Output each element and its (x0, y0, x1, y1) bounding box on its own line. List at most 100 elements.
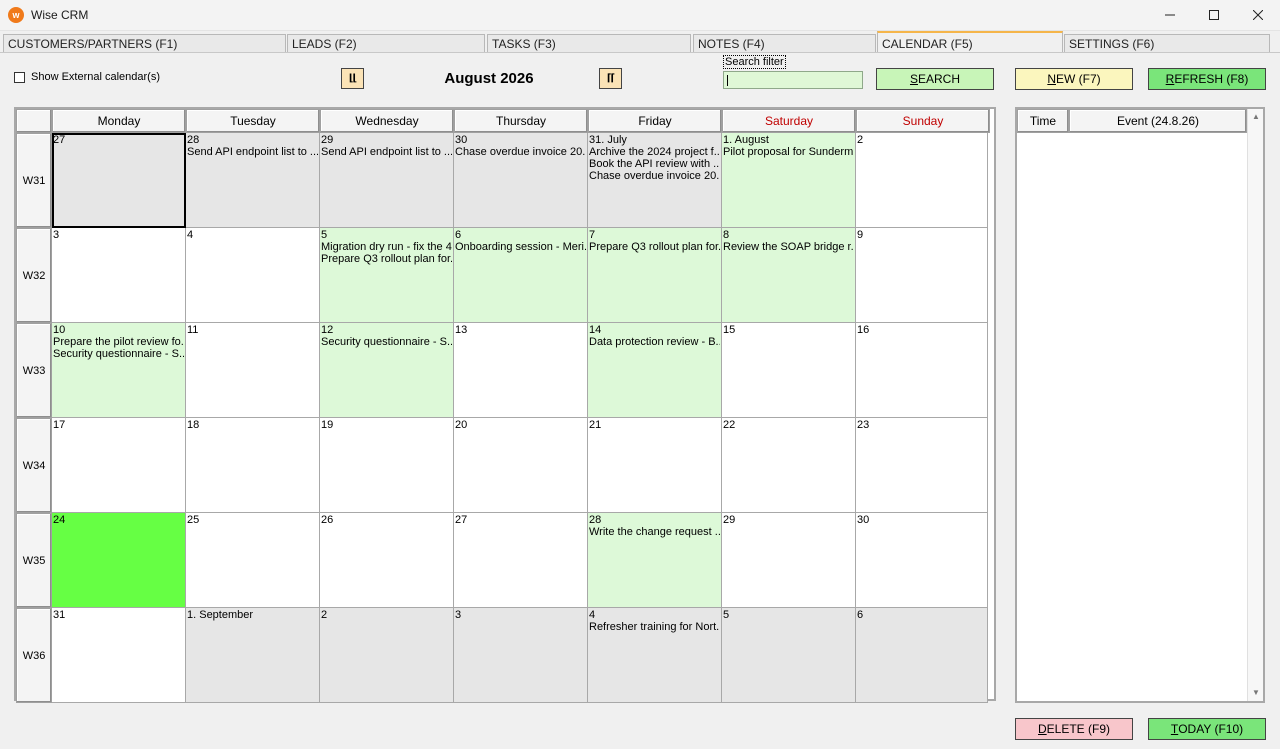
calendar-event[interactable]: Send API endpoint list to ... (321, 146, 452, 158)
minimize-button[interactable] (1148, 0, 1192, 30)
calendar-event[interactable]: Write the change request ... (589, 526, 720, 538)
calendar-day-cell[interactable]: 15 (722, 323, 856, 418)
calendar-day-cell[interactable]: 6 Onboarding session - Meri... (454, 228, 588, 323)
calendar-day-cell[interactable]: 9 (856, 228, 988, 323)
tab-calendar[interactable]: CALENDAR (F5) (877, 31, 1063, 53)
calendar-day-cell[interactable]: 4 (186, 228, 320, 323)
calendar-event[interactable]: Security questionnaire - S... (53, 348, 184, 360)
calendar-day-cell[interactable]: 13 (454, 323, 588, 418)
calendar-event[interactable]: Review the SOAP bridge r... (723, 241, 854, 253)
calendar-event[interactable]: Refresher training for Nort... (589, 621, 720, 633)
month-calendar-grid: Monday Tuesday Wednesday Thursday Friday Satu… (14, 107, 996, 703)
calendar-day-cell[interactable]: 11 (186, 323, 320, 418)
calendar-day-cell[interactable]: 1. August Pilot proposal for Sunderm... (722, 133, 856, 228)
today-button[interactable]: T ODAY (F10) (1148, 718, 1266, 740)
calendar-day-cell[interactable]: 2 (320, 608, 454, 703)
calendar-day-cell[interactable]: 14 Data protection review - B... (588, 323, 722, 418)
day-panel-scrollbar[interactable]: ▲ ▼ (1247, 109, 1263, 701)
tab-leads[interactable]: LEADS (F2) (287, 34, 485, 52)
calendar-day-cell[interactable]: 4 Refresher training for Nort... (588, 608, 722, 703)
search-button[interactable]: S EARCH (876, 68, 994, 90)
scroll-down-icon[interactable]: ▼ (1251, 688, 1261, 698)
week-number-label: W33 (16, 323, 52, 418)
calendar-day-cell[interactable]: 12 Security questionnaire - S... (320, 323, 454, 418)
day-header-wednesday: Wednesday (320, 109, 454, 133)
calendar-day-cell[interactable]: 22 (722, 418, 856, 513)
scroll-up-icon[interactable]: ▲ (1251, 112, 1261, 122)
calendar-day-cell[interactable]: 3 (52, 228, 186, 323)
calendar-event[interactable]: Migration dry run - fix the 4... (321, 241, 452, 253)
calendar-day-cell[interactable]: 17 (52, 418, 186, 513)
calendar-day-cell[interactable]: 28 Write the change request ... (588, 513, 722, 608)
calendar-day-cell[interactable]: 5 Migration dry run - fix the 4... Prepare… (320, 228, 454, 323)
close-button[interactable] (1236, 0, 1280, 30)
calendar-event[interactable]: Prepare Q3 rollout plan for... (589, 241, 720, 253)
calendar-event[interactable]: Data protection review - B... (589, 336, 720, 348)
delete-button-mnemonic: D (1037, 722, 1047, 736)
calendar-day-cell[interactable]: 31 (52, 608, 186, 703)
calendar-day-cell[interactable]: 25 (186, 513, 320, 608)
next-month-button[interactable]: ⌈⌈ (599, 68, 622, 89)
calendar-day-cell[interactable]: 18 (186, 418, 320, 513)
tab-customers-partners[interactable]: CUSTOMERS/PARTNERS (F1) (3, 34, 286, 52)
calendar-day-cell[interactable]: 16 (856, 323, 988, 418)
day-number: 28 (187, 134, 200, 146)
calendar-event[interactable]: Chase overdue invoice 20... (455, 146, 586, 158)
calendar-day-cell[interactable]: 8 Review the SOAP bridge r... (722, 228, 856, 323)
delete-button[interactable]: D ELETE (F9) (1015, 718, 1133, 740)
day-number: 27 (53, 134, 66, 146)
calendar-event[interactable]: Security questionnaire - S... (321, 336, 452, 348)
calendar-day-cell[interactable]: 28 Send API endpoint list to ... (186, 133, 320, 228)
refresh-button-label: EFRESH (F8) (1174, 72, 1249, 86)
calendar-event[interactable]: Prepare the pilot review fo... (53, 336, 184, 348)
calendar-day-cell[interactable]: 24 (52, 513, 186, 608)
calendar-day-cell[interactable]: 26 (320, 513, 454, 608)
calendar-event[interactable]: Onboarding session - Meri... (455, 241, 586, 253)
today-button-mnemonic: T (1170, 722, 1179, 736)
calendar-event[interactable]: Chase overdue invoice 20... (589, 170, 720, 182)
new-button-label: EW (F7) (1056, 72, 1101, 86)
calendar-day-cell[interactable]: 2 (856, 133, 988, 228)
calendar-event[interactable]: Book the API review with ... (589, 158, 720, 170)
show-external-label: Show External calendar(s) (31, 71, 161, 83)
calendar-day-cell[interactable]: 29 (722, 513, 856, 608)
tab-settings[interactable]: SETTINGS (F6) (1064, 34, 1270, 52)
calendar-day-cell[interactable]: 23 (856, 418, 988, 513)
day-number: 25 (187, 514, 200, 526)
calendar-day-cell[interactable]: 31. July Archive the 2024 project f... Boo… (588, 133, 722, 228)
day-number: 2 (857, 134, 864, 146)
calendar-event[interactable]: Send API endpoint list to ... (187, 146, 318, 158)
event-column-header[interactable]: Event (24.8.26) (1069, 109, 1247, 133)
search-filter-input[interactable] (723, 71, 863, 89)
calendar-event[interactable]: Archive the 2024 project f... (589, 146, 720, 158)
calendar-event[interactable]: Pilot proposal for Sunderm... (723, 146, 854, 158)
delete-button-label: ELETE (F9) (1046, 722, 1111, 736)
calendar-day-cell[interactable]: 5 (722, 608, 856, 703)
calendar-day-cell[interactable]: 30 (856, 513, 988, 608)
new-button[interactable]: N EW (F7) (1015, 68, 1133, 90)
calendar-day-cell[interactable]: 21 (588, 418, 722, 513)
calendar-day-cell[interactable]: 1. September (186, 608, 320, 703)
calendar-day-cell[interactable]: 6 (856, 608, 988, 703)
calendar-day-cell[interactable]: 10 Prepare the pilot review fo... Security… (52, 323, 186, 418)
calendar-day-cell[interactable]: 19 (320, 418, 454, 513)
calendar-day-cell[interactable]: 27 (454, 513, 588, 608)
calendar-day-cell[interactable]: 29 Send API endpoint list to ... (320, 133, 454, 228)
refresh-button[interactable]: R EFRESH (F8) (1148, 68, 1266, 90)
time-column-header[interactable]: Time (1017, 109, 1069, 133)
calendar-day-cell[interactable]: 27 (52, 133, 186, 228)
show-external-checkbox[interactable] (14, 71, 25, 83)
show-external-calendars[interactable]: Show External calendar(s) (14, 71, 160, 83)
refresh-button-mnemonic: R (1165, 72, 1175, 86)
maximize-button[interactable] (1192, 0, 1236, 30)
calendar-event[interactable]: Prepare Q3 rollout plan for... (321, 253, 452, 265)
day-header-friday: Friday (588, 109, 722, 133)
tab-tasks[interactable]: TASKS (F3) (487, 34, 691, 52)
calendar-day-cell[interactable]: 7 Prepare Q3 rollout plan for... (588, 228, 722, 323)
calendar-day-cell[interactable]: 20 (454, 418, 588, 513)
previous-month-button[interactable]: ⌊⌊ (341, 68, 364, 89)
tab-notes[interactable]: NOTES (F4) (693, 34, 876, 52)
day-number: 22 (723, 419, 736, 431)
calendar-day-cell[interactable]: 3 (454, 608, 588, 703)
calendar-day-cell[interactable]: 30 Chase overdue invoice 20... (454, 133, 588, 228)
